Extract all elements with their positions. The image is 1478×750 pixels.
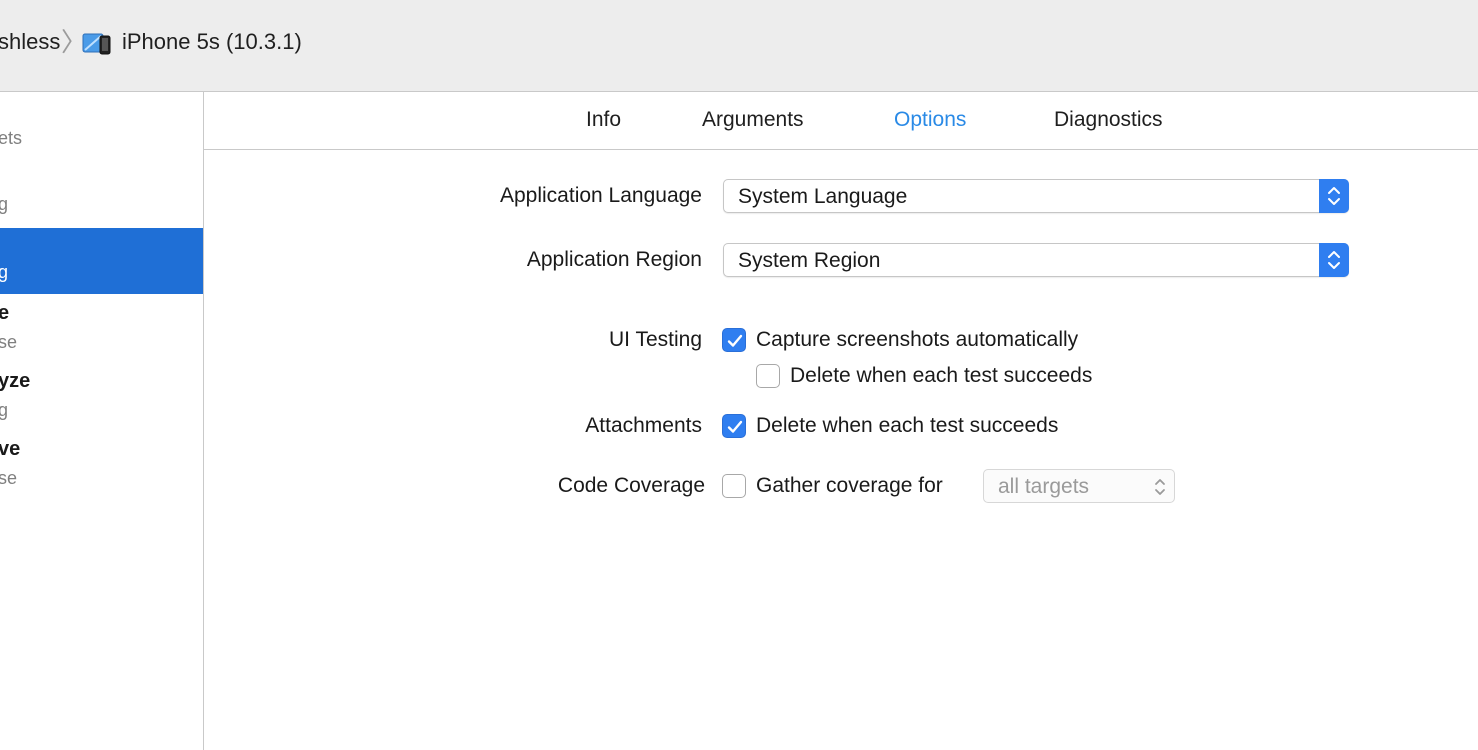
sidebar-item-subtitle: ets: [0, 128, 23, 148]
chevron-updown-icon: [1319, 179, 1349, 213]
tab-diagnostics[interactable]: Diagnostics: [1054, 108, 1163, 132]
sidebar-item-profile[interactable]: e se: [0, 302, 203, 362]
delete-attachments-checkbox[interactable]: [722, 414, 746, 438]
sidebar-item-run[interactable]: g: [0, 190, 203, 220]
toolbar: shless 〉 iPhone 5s (10.3.1): [0, 0, 1478, 92]
breadcrumb-scheme[interactable]: shless: [0, 26, 60, 58]
sidebar-item-subtitle: se: [0, 468, 18, 488]
scheme-action-sidebar: ets g g e se yze g ve se: [0, 92, 204, 750]
checkmark-icon: [727, 334, 743, 347]
tab-info[interactable]: Info: [586, 108, 621, 132]
sidebar-item-subtitle: g: [0, 194, 8, 215]
gather-coverage-label[interactable]: Gather coverage for: [756, 474, 943, 498]
capture-screenshots-checkbox[interactable]: [722, 328, 746, 352]
sidebar-item-analyze[interactable]: yze g: [0, 370, 203, 430]
app-language-label: Application Language: [499, 184, 702, 207]
delete-screenshots-checkbox[interactable]: [756, 364, 780, 388]
sidebar-item-build[interactable]: ets: [0, 122, 203, 162]
sidebar-item-title: yze: [0, 370, 31, 392]
sidebar-item-archive[interactable]: ve se: [0, 438, 203, 498]
checkmark-icon: [727, 420, 743, 433]
app-region-value: System Region: [738, 249, 881, 272]
gather-coverage-checkbox[interactable]: [722, 474, 746, 498]
code-coverage-label: Code Coverage: [557, 474, 705, 497]
app-region-popup[interactable]: System Region: [723, 243, 1349, 277]
chevron-updown-icon: [1319, 243, 1349, 277]
app-language-value: System Language: [738, 185, 908, 208]
scheme-tab-bar: Info Arguments Options Diagnostics: [204, 92, 1478, 150]
sidebar-item-title: ve: [0, 438, 21, 460]
chevron-updown-icon: [1155, 479, 1165, 495]
sidebar-item-test[interactable]: g: [0, 228, 203, 294]
sidebar-item-subtitle: g: [0, 262, 8, 283]
delete-attachments-label[interactable]: Delete when each test succeeds: [756, 414, 1058, 438]
ui-testing-label: UI Testing: [609, 328, 702, 351]
tab-options[interactable]: Options: [894, 108, 966, 132]
app-region-label: Application Region: [526, 248, 702, 271]
delete-screenshots-label[interactable]: Delete when each test succeeds: [790, 364, 1092, 388]
attachments-label: Attachments: [585, 414, 702, 437]
coverage-targets-popup[interactable]: all targets: [983, 469, 1175, 503]
simulator-device-icon: [82, 33, 111, 55]
tab-arguments[interactable]: Arguments: [702, 108, 804, 132]
sidebar-item-subtitle: se: [0, 332, 18, 352]
sidebar-item-title: e: [0, 302, 9, 325]
sidebar-item-subtitle: g: [0, 400, 8, 421]
capture-screenshots-label[interactable]: Capture screenshots automatically: [756, 328, 1078, 352]
app-language-popup[interactable]: System Language: [723, 179, 1349, 213]
coverage-targets-value: all targets: [998, 475, 1090, 498]
breadcrumb-device[interactable]: iPhone 5s (10.3.1): [122, 26, 302, 58]
